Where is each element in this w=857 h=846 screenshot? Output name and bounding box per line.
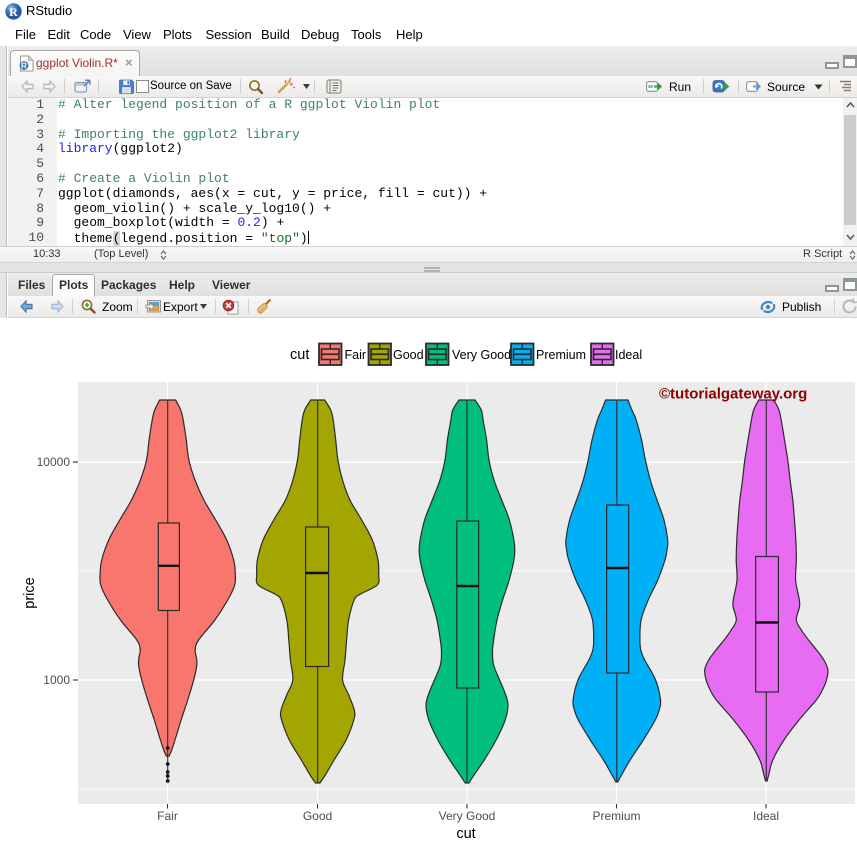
svg-text:Ideal: Ideal xyxy=(615,348,642,362)
svg-text:Ideal: Ideal xyxy=(753,809,779,823)
svg-text:R: R xyxy=(9,5,18,19)
svg-text:cut: cut xyxy=(290,347,309,363)
svg-text:R: R xyxy=(21,61,27,71)
svg-text:Premium: Premium xyxy=(536,348,586,362)
svg-text:©tutorialgateway.org: ©tutorialgateway.org xyxy=(659,386,807,403)
svg-text:1000: 1000 xyxy=(43,673,70,687)
svg-text:Premium: Premium xyxy=(592,809,640,823)
svg-text:Good: Good xyxy=(393,348,424,362)
svg-text:Very Good: Very Good xyxy=(452,348,511,362)
svg-text:Fair: Fair xyxy=(345,348,367,362)
svg-text:Very Good: Very Good xyxy=(439,809,496,823)
svg-text:10000: 10000 xyxy=(37,455,71,469)
svg-text:Good: Good xyxy=(303,809,332,823)
svg-text:price: price xyxy=(22,577,38,608)
svg-text:cut: cut xyxy=(456,826,475,842)
svg-text:Fair: Fair xyxy=(157,809,178,823)
